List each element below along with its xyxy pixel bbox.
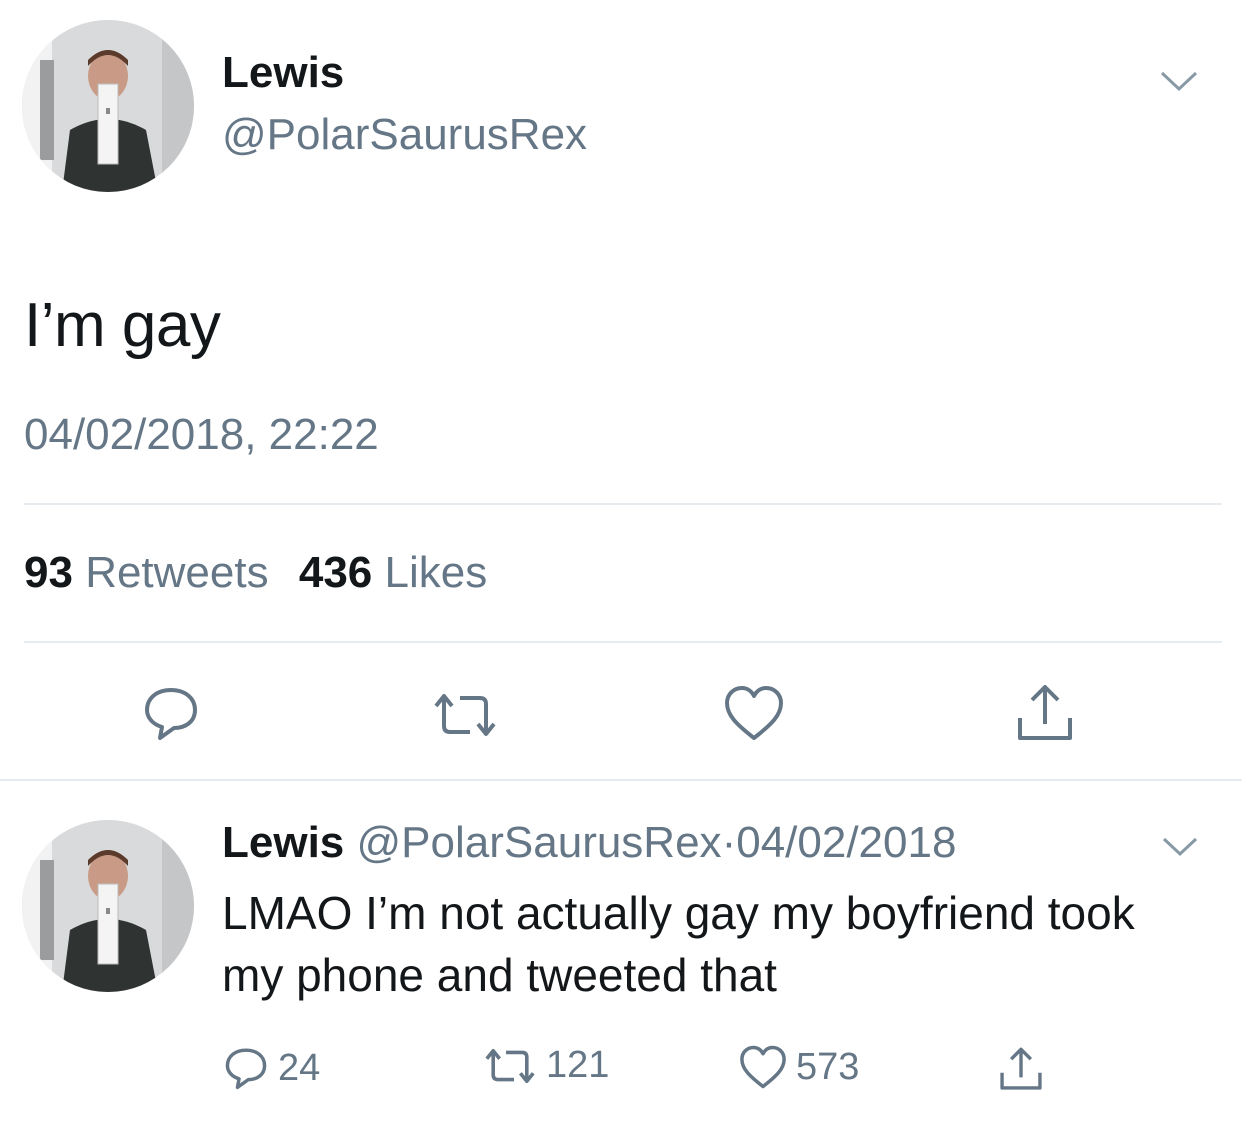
like-label: Likes xyxy=(384,548,488,597)
retweet-icon xyxy=(485,1048,535,1083)
tweet-stats: 93 Retweets 436 Likes xyxy=(24,548,487,598)
chevron-down-icon[interactable] xyxy=(1160,834,1200,863)
share-button[interactable] xyxy=(1012,680,1078,746)
divider xyxy=(24,503,1222,505)
heart-icon xyxy=(740,1045,786,1089)
reply-icon xyxy=(225,1048,267,1090)
retweet-count: 93 xyxy=(24,548,73,597)
share-icon xyxy=(1000,1047,1042,1090)
reply-text: LMAO I’m not actually gay my boyfriend t… xyxy=(222,887,1135,1001)
reply-count: 24 xyxy=(278,1046,321,1089)
reply-author-handle[interactable]: @PolarSaurusRex xyxy=(357,818,722,867)
meta-separator: · xyxy=(721,818,737,867)
chevron-down-icon[interactable] xyxy=(1158,68,1200,99)
reply-like-button[interactable]: 573 xyxy=(738,1044,859,1090)
avatar[interactable] xyxy=(22,820,194,992)
tweet-timestamp[interactable]: 04/02/2018, 22:22 xyxy=(24,410,379,460)
avatar[interactable] xyxy=(22,20,194,192)
likes-stat[interactable]: 436 Likes xyxy=(299,548,487,597)
like-count: 436 xyxy=(298,548,373,597)
share-icon xyxy=(1018,685,1072,740)
reply-retweet-count: 121 xyxy=(546,1044,610,1086)
tweet-text: I’m gay xyxy=(24,291,221,360)
reply-retweet-button[interactable]: 121 xyxy=(482,1044,609,1087)
divider xyxy=(0,779,1242,781)
retweet-button[interactable] xyxy=(430,690,500,740)
author-name[interactable]: Lewis xyxy=(222,48,344,98)
reply-author-name[interactable]: Lewis xyxy=(222,818,344,867)
reply-share-button[interactable] xyxy=(996,1044,1046,1094)
reply-like-count: 573 xyxy=(796,1045,860,1088)
reply-reply-button[interactable]: 24 xyxy=(222,1044,320,1092)
reply-header: Lewis @PolarSaurusRex·04/02/2018 xyxy=(222,818,956,868)
heart-icon xyxy=(725,686,783,740)
retweet-label: Retweets xyxy=(85,548,269,597)
divider xyxy=(24,641,1222,643)
retweets-stat[interactable]: 93 Retweets xyxy=(24,548,281,597)
reply-icon xyxy=(145,688,197,740)
reply-date[interactable]: 04/02/2018 xyxy=(736,818,956,867)
retweet-icon xyxy=(434,694,496,736)
reply-button[interactable] xyxy=(140,682,202,744)
author-handle[interactable]: @PolarSaurusRex xyxy=(222,110,587,160)
like-button[interactable] xyxy=(722,684,786,742)
